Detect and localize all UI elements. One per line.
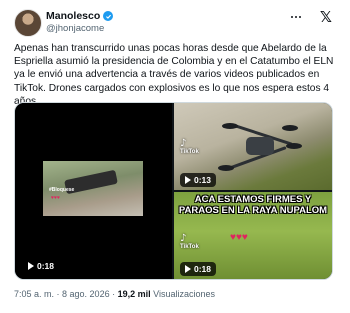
play-icon <box>28 262 34 270</box>
video-3-duration: 0:18 <box>194 264 212 274</box>
author-name[interactable]: Manolesco <box>46 10 100 22</box>
tiktok-watermark: ♪ TikTok <box>180 233 199 251</box>
video-1-inner-caption: #Bloquese <box>49 187 75 193</box>
tweet-time[interactable]: 7:05 a. m. <box>14 289 54 299</box>
views-label: Visualizaciones <box>150 289 215 299</box>
play-icon <box>185 176 191 184</box>
video-1-duration-badge: 0:18 <box>23 259 60 273</box>
views-count: 19,2 mil <box>117 289 151 299</box>
video-1[interactable]: #Bloquese ♥♥♥ 0:18 <box>15 103 172 279</box>
video-3-caption: ACA ESTAMOS FIRMES Y PARAOS EN LA RAYA N… <box>178 194 328 216</box>
drone-propeller <box>282 125 298 131</box>
tweet-meta: 7:05 a. m. · 8 ago. 2026 · 19,2 mil Visu… <box>14 289 215 299</box>
tiktok-icon: ♪ <box>180 138 187 149</box>
video-3-duration-badge: 0:18 <box>180 262 217 276</box>
video-1-inner-hearts: ♥♥♥ <box>51 195 60 201</box>
video-1-inner-frame: #Bloquese ♥♥♥ <box>43 161 143 216</box>
video-2-duration: 0:13 <box>194 175 212 185</box>
x-logo-icon: 𝕏 <box>319 8 332 26</box>
tweet-date[interactable]: 8 ago. 2026 <box>62 289 110 299</box>
video-3-hearts: ♥♥♥ <box>230 232 248 243</box>
avatar[interactable] <box>14 9 42 37</box>
tiktok-watermark: ♪ TikTok <box>180 138 199 156</box>
drone-image <box>246 137 274 155</box>
video-2-duration-badge: 0:13 <box>180 173 217 187</box>
drone-propeller <box>218 165 234 171</box>
drone-propeller <box>286 143 302 149</box>
video-1-duration: 0:18 <box>37 261 55 271</box>
tiktok-icon: ♪ <box>180 233 187 244</box>
tweet-text: Apenas han transcurrido unas pocas horas… <box>14 43 334 107</box>
tweet-card: Manolesco @jhonjacome 𝕏 Apenas han trans… <box>0 0 350 313</box>
author-handle[interactable]: @jhonjacome <box>46 23 104 34</box>
video-3[interactable]: ACA ESTAMOS FIRMES Y PARAOS EN LA RAYA N… <box>174 192 332 279</box>
video-2[interactable]: ♪ TikTok 0:13 <box>174 103 332 190</box>
verified-badge-icon <box>103 11 114 21</box>
more-options-icon[interactable] <box>290 12 302 22</box>
author-name-row: Manolesco <box>46 10 114 22</box>
play-icon <box>185 265 191 273</box>
drone-propeller <box>222 123 238 129</box>
media-grid: #Bloquese ♥♥♥ 0:18 ♪ TikTok 0:13 ACA EST… <box>14 102 333 280</box>
